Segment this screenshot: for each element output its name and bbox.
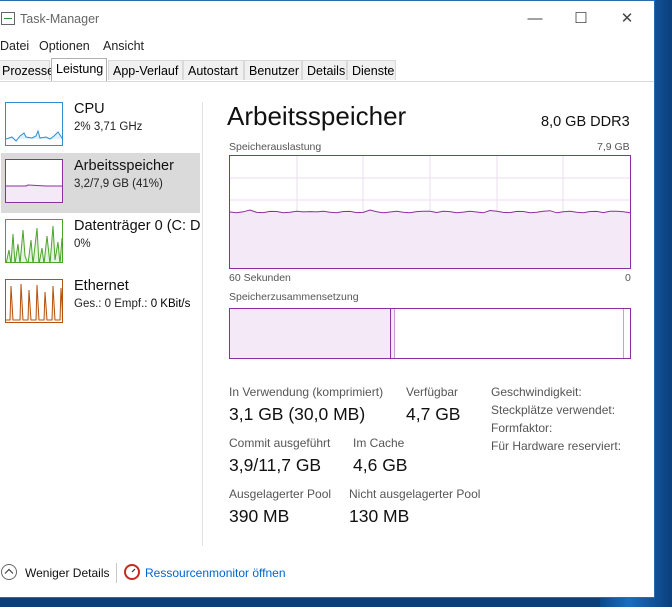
tab-leistung[interactable]: Leistung xyxy=(51,58,107,81)
sidebar-ethernet-title: Ethernet xyxy=(74,278,129,294)
memory-composition-bar xyxy=(229,308,631,359)
composition-label: Speicherzusammensetzung xyxy=(229,291,359,303)
sidebar-cpu-title: CPU xyxy=(74,101,105,117)
tab-dienste[interactable]: Dienste xyxy=(347,60,396,80)
task-manager-window: Task-Manager — ☐ ✕ Datei Optionen Ansich… xyxy=(0,0,655,598)
minimize-button[interactable]: — xyxy=(512,1,558,37)
page-title: Arbeitsspeicher xyxy=(227,101,407,131)
sidebar-item-memory[interactable]: Arbeitsspeicher 3,2/7,9 GB (41%) xyxy=(1,153,200,213)
available-label: Verfügbar xyxy=(406,385,459,399)
usage-graph-max: 7,9 GB xyxy=(597,141,630,153)
composition-in-use xyxy=(230,309,391,358)
ethernet-sub-prefix: Ges.: 0 Empf.: xyxy=(74,298,151,310)
usage-graph-label: Speicherauslastung xyxy=(229,141,322,153)
memory-usage-graph xyxy=(229,155,631,269)
composition-modified xyxy=(391,309,395,358)
cached-value: 4,6 GB xyxy=(353,455,408,475)
available-value: 4,7 GB xyxy=(406,404,461,424)
menu-bar: Datei Optionen Ansicht xyxy=(0,37,654,57)
chevron-up-icon[interactable] xyxy=(1,564,17,580)
tab-details[interactable]: Details xyxy=(302,60,347,80)
in-use-value: 3,1 GB (30,0 MB) xyxy=(229,404,366,424)
sidebar-memory-sub: 3,2/7,9 GB (41%) xyxy=(74,178,163,190)
sidebar-cpu-sub: 2% 3,71 GHz xyxy=(74,121,143,133)
cpu-graph-thumbnail xyxy=(5,102,63,146)
tab-autostart[interactable]: Autostart xyxy=(183,60,244,80)
resource-monitor-icon[interactable] xyxy=(124,564,140,580)
maximize-button[interactable]: ☐ xyxy=(558,1,604,37)
ethernet-graph-thumbnail xyxy=(5,279,63,323)
tab-bar: Prozesse Leistung App-Verlauf Autostart … xyxy=(0,58,654,82)
sidebar-disk-title: Datenträger 0 (C: D xyxy=(74,218,201,234)
tab-app-verlauf[interactable]: App-Verlauf xyxy=(108,60,183,80)
open-resource-monitor-link[interactable]: Ressourcenmonitor öffnen xyxy=(145,566,286,580)
in-use-label: In Verwendung (komprimiert) xyxy=(229,385,384,399)
window-title: Task-Manager xyxy=(20,12,100,26)
hardware-reserved-label: Für Hardware reserviert: xyxy=(491,439,622,453)
composition-standby-edge xyxy=(623,309,624,358)
commit-label: Commit ausgeführt xyxy=(229,436,331,450)
sidebar-item-ethernet[interactable]: Ethernet Ges.: 0 Empf.: 0 KBit/s xyxy=(1,273,200,333)
memory-graph-thumbnail xyxy=(5,159,63,203)
resource-list: CPU 2% 3,71 GHz Arbeitsspeicher 3,2/7,9 … xyxy=(1,96,201,336)
paged-pool-label: Ausgelagerter Pool xyxy=(229,487,332,501)
menu-optionen[interactable]: Optionen xyxy=(39,39,90,53)
tab-prozesse[interactable]: Prozesse xyxy=(0,60,54,80)
sidebar-memory-title: Arbeitsspeicher xyxy=(74,158,174,174)
paged-pool-value: 390 MB xyxy=(229,506,290,526)
title-bar: Task-Manager — ☐ ✕ xyxy=(0,1,654,37)
close-button[interactable]: ✕ xyxy=(604,1,650,37)
nonpaged-pool-value: 130 MB xyxy=(349,506,410,526)
panel-divider xyxy=(202,102,203,546)
tab-benutzer[interactable]: Benutzer xyxy=(244,60,302,80)
sidebar-item-cpu[interactable]: CPU 2% 3,71 GHz xyxy=(1,96,200,156)
sidebar-ethernet-sub: Ges.: 0 Empf.: 0 KBit/s xyxy=(74,298,190,310)
menu-ansicht[interactable]: Ansicht xyxy=(103,39,144,53)
memory-usage-area xyxy=(230,210,630,268)
fewer-details-button[interactable]: Weniger Details xyxy=(25,566,109,580)
nonpaged-pool-label: Nicht ausgelagerter Pool xyxy=(349,487,481,501)
task-manager-icon xyxy=(1,12,15,25)
footer-separator xyxy=(116,563,117,583)
menu-datei[interactable]: Datei xyxy=(0,39,29,53)
sidebar-disk-sub: 0% xyxy=(74,238,91,250)
ethernet-sub-rate: 0 KBit/s xyxy=(150,298,191,310)
memory-spec: 8,0 GB DDR3 xyxy=(541,114,630,130)
commit-value: 3,9/11,7 GB xyxy=(229,455,322,475)
slots-label: Steckplätze verwendet: xyxy=(491,403,616,417)
graph-time-left: 60 Sekunden xyxy=(229,272,291,284)
sidebar-item-disk[interactable]: Datenträger 0 (C: D 0% xyxy=(1,213,201,273)
form-factor-label: Formfaktor: xyxy=(491,421,553,435)
speed-label: Geschwindigkeit: xyxy=(491,385,582,399)
disk-graph-thumbnail xyxy=(5,219,63,263)
cached-label: Im Cache xyxy=(353,436,405,450)
graph-time-right: 0 xyxy=(625,272,631,284)
